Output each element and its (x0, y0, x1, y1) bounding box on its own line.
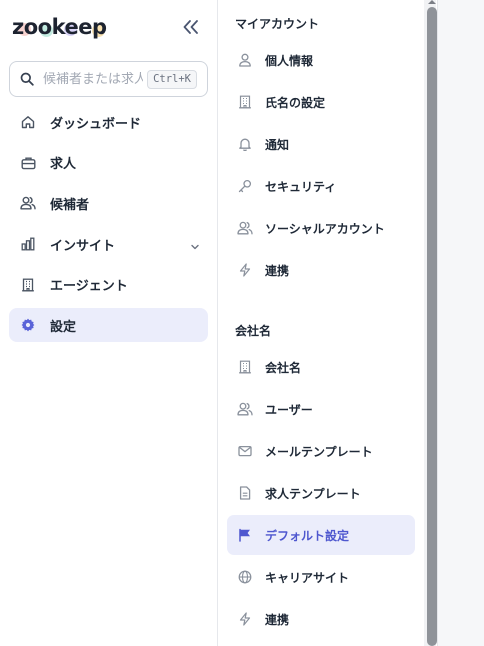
scroll-up-arrow-icon[interactable] (428, 0, 436, 4)
users-icon (20, 195, 36, 211)
key-icon (237, 178, 253, 194)
settings-item-label: 会社名 (265, 360, 302, 375)
logo-row: zookeep (10, 12, 210, 42)
home-icon (20, 114, 36, 130)
flag-icon (237, 527, 253, 543)
content-area (437, 0, 484, 646)
bolt-icon (237, 611, 253, 627)
settings-item-default-settings[interactable]: デフォルト設定 (227, 515, 415, 555)
settings-item-integrations-personal[interactable]: 連携 (227, 250, 415, 290)
search-input[interactable] (43, 71, 143, 87)
collapse-sidebar-button[interactable] (180, 16, 202, 38)
chevron-down-icon[interactable] (190, 237, 200, 256)
sidebar-item-label: エージェント (50, 279, 128, 295)
section-title-company: 会社名 (235, 324, 272, 338)
settings-item-company-name[interactable]: 会社名 (227, 347, 415, 387)
main-nav: ダッシュボード 求人 候補者 インサイト エージェント 設定 (9, 105, 208, 349)
search-box[interactable]: Ctrl+K (9, 61, 208, 97)
building-icon (20, 277, 36, 293)
sidebar-item-label: 候補者 (50, 197, 90, 213)
settings-item-label: キャリアサイト (265, 570, 350, 585)
settings-item-security[interactable]: セキュリティ (227, 166, 415, 206)
settings-item-social-accounts[interactable]: ソーシャルアカウント (227, 208, 415, 248)
mail-icon (237, 443, 253, 459)
building-icon (237, 94, 253, 110)
settings-item-label: 氏名の設定 (265, 95, 326, 110)
user-icon (237, 52, 253, 68)
section-title-my-account: マイアカウント (235, 17, 320, 31)
search-icon (20, 72, 34, 86)
users-icon (237, 220, 253, 236)
settings-nav: マイアカウント 個人情報 氏名の設定 通知 セキュリティ ソーシャルアカウント (219, 0, 424, 646)
sidebar-item-dashboard[interactable]: ダッシュボード (9, 105, 208, 139)
bolt-icon (237, 262, 253, 278)
gear-icon (20, 317, 36, 333)
briefcase-icon (20, 155, 36, 171)
settings-item-label: メールテンプレート (265, 444, 373, 459)
users-icon (237, 401, 253, 417)
building-icon (237, 359, 253, 375)
scrollbar-thumb[interactable] (427, 7, 437, 646)
app-logo[interactable]: zookeep (12, 12, 107, 42)
settings-item-name-settings[interactable]: 氏名の設定 (227, 82, 415, 122)
sidebar-item-settings[interactable]: 設定 (9, 308, 208, 343)
globe-icon (237, 569, 253, 585)
document-icon (237, 485, 253, 501)
settings-item-email-templates[interactable]: メールテンプレート (227, 431, 415, 471)
settings-item-notifications[interactable]: 通知 (227, 124, 415, 164)
main-sidebar: zookeep Ctrl+K ダッシュボード 求人 (0, 0, 218, 646)
sidebar-item-candidates[interactable]: 候補者 (9, 186, 208, 220)
sidebar-item-label: 求人 (50, 157, 77, 173)
sidebar-item-label: 設定 (50, 319, 77, 335)
double-chevron-left-icon (183, 20, 198, 34)
settings-item-label: ユーザー (265, 402, 313, 417)
settings-item-label: 通知 (265, 137, 290, 152)
sidebar-item-label: ダッシュボード (50, 116, 142, 132)
logo-text: zookeep (12, 15, 107, 39)
settings-item-label: デフォルト設定 (265, 528, 350, 543)
sidebar-item-jobs[interactable]: 求人 (9, 146, 208, 180)
settings-item-personal-info[interactable]: 個人情報 (227, 40, 415, 80)
sidebar-item-insights[interactable]: インサイト (9, 227, 208, 261)
settings-item-label: ソーシャルアカウント (265, 221, 385, 236)
sidebar-item-agents[interactable]: エージェント (9, 268, 208, 302)
settings-item-label: 連携 (265, 263, 290, 278)
settings-item-label: 連携 (265, 612, 290, 627)
bell-icon (237, 136, 253, 152)
settings-item-job-templates[interactable]: 求人テンプレート (227, 473, 415, 513)
settings-item-users[interactable]: ユーザー (227, 389, 415, 429)
keyboard-shortcut-badge: Ctrl+K (147, 70, 197, 89)
settings-item-integrations-company[interactable]: 連携 (227, 599, 415, 639)
bar-chart-icon (20, 236, 36, 252)
settings-item-label: セキュリティ (265, 179, 337, 194)
settings-item-label: 個人情報 (265, 53, 314, 68)
sidebar-item-label: インサイト (50, 238, 116, 254)
settings-item-label: 求人テンプレート (265, 486, 361, 501)
settings-item-career-site[interactable]: キャリアサイト (227, 557, 415, 597)
